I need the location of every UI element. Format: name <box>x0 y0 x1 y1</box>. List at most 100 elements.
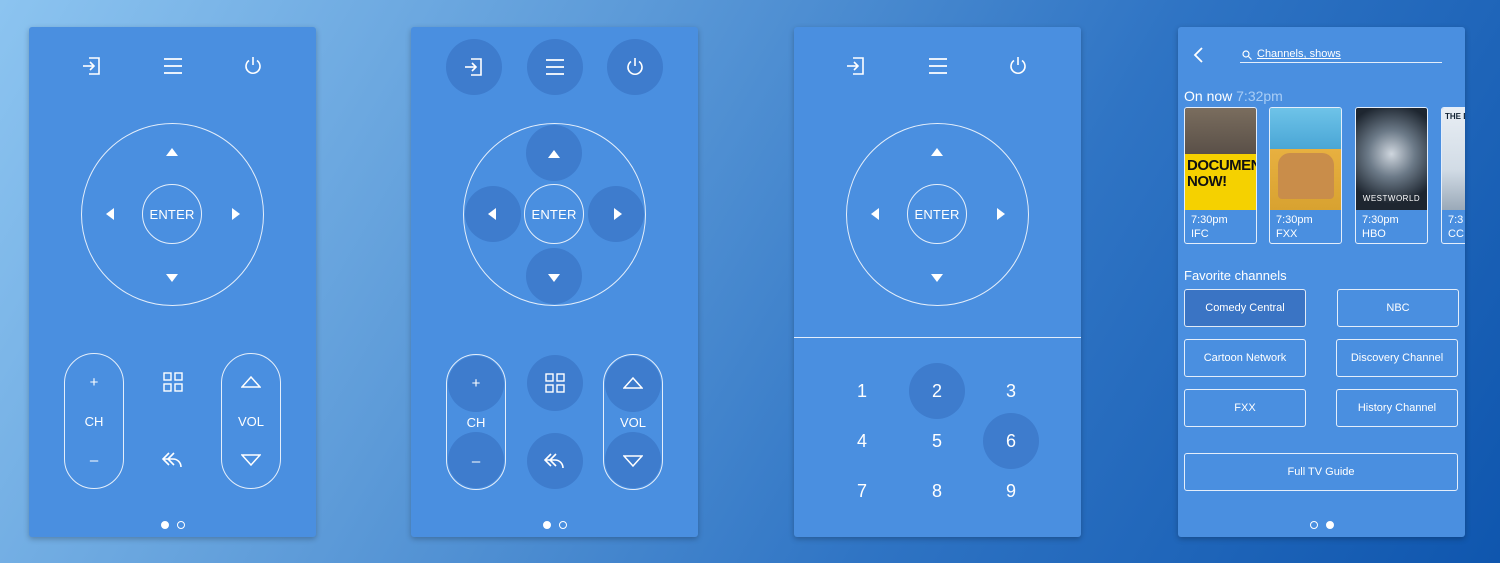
on-now-time: 7:32pm <box>1236 88 1283 104</box>
power-icon <box>245 57 261 74</box>
left-arrow-icon <box>488 208 496 220</box>
key-2[interactable]: 2 <box>909 363 965 419</box>
up-arrow-button[interactable] <box>931 148 943 156</box>
volume-up-button[interactable] <box>241 376 261 388</box>
channel-rocker: + CH – <box>64 353 124 489</box>
on-now-heading: On now 7:32pm <box>1184 88 1283 104</box>
volume-up-icon <box>623 377 643 389</box>
input-icon <box>847 57 864 75</box>
menu-icon <box>546 59 564 75</box>
poster-channel: IFC <box>1191 228 1209 240</box>
channel-down-button[interactable]: – <box>447 453 505 470</box>
right-arrow-button[interactable] <box>997 208 1005 220</box>
right-arrow-button[interactable] <box>232 208 240 220</box>
full-tv-guide-button[interactable]: Full TV Guide <box>1184 453 1458 491</box>
enter-button[interactable]: ENTER <box>524 184 584 244</box>
input-icon <box>83 57 100 75</box>
input-button[interactable] <box>64 38 120 94</box>
poster-time: 7:3 <box>1448 214 1464 226</box>
poster-time: 7:30pm <box>1276 214 1313 226</box>
channel-rocker: + CH – <box>446 354 506 490</box>
guide-screen: Channels, shows On now 7:32pm DOCUMENTAR… <box>1178 27 1465 537</box>
power-icon <box>627 58 643 75</box>
apps-button[interactable] <box>527 355 583 411</box>
menu-button[interactable] <box>145 38 201 94</box>
down-arrow-button[interactable] <box>166 274 178 282</box>
back-icon <box>162 452 182 468</box>
channel-button-nbc[interactable]: NBC <box>1337 289 1459 327</box>
poster-card[interactable]: WESTWORLD 7:30pm HBO <box>1355 107 1428 244</box>
back-button[interactable] <box>527 433 583 489</box>
back-chevron-icon[interactable] <box>1193 47 1203 63</box>
channel-button-history[interactable]: History Channel <box>1336 389 1458 427</box>
key-5[interactable]: 5 <box>909 413 965 469</box>
up-arrow-button[interactable] <box>166 148 178 156</box>
menu-icon <box>164 58 182 74</box>
poster-figures <box>1278 153 1334 199</box>
page-dot-2[interactable] <box>558 521 567 529</box>
page-dot-1[interactable] <box>160 521 169 529</box>
apps-grid-icon <box>163 372 183 392</box>
left-arrow-button[interactable] <box>871 208 879 220</box>
dpad: ENTER <box>81 123 264 306</box>
search-icon <box>1242 50 1252 60</box>
volume-down-icon <box>623 455 643 467</box>
channel-button-cartoon-network[interactable]: Cartoon Network <box>1184 339 1306 377</box>
volume-rocker: VOL <box>221 353 281 489</box>
key-7[interactable]: 7 <box>834 463 890 519</box>
menu-button[interactable] <box>527 39 583 95</box>
back-icon <box>544 453 564 469</box>
menu-button[interactable] <box>910 38 966 94</box>
channel-down-button[interactable]: – <box>65 452 123 469</box>
enter-button[interactable]: ENTER <box>907 184 967 244</box>
volume-label: VOL <box>619 415 646 430</box>
channel-up-button[interactable]: + <box>447 375 505 392</box>
volume-down-button[interactable] <box>241 454 261 466</box>
power-button[interactable] <box>607 39 663 95</box>
page-dot-2[interactable] <box>1325 521 1334 529</box>
page-dot-1[interactable] <box>1309 521 1318 529</box>
key-4[interactable]: 4 <box>834 413 890 469</box>
apps-button[interactable] <box>145 354 201 410</box>
key-6[interactable]: 6 <box>983 413 1039 469</box>
channel-button-discovery[interactable]: Discovery Channel <box>1336 339 1458 377</box>
key-8[interactable]: 8 <box>909 463 965 519</box>
dpad: ENTER <box>463 123 646 306</box>
apps-grid-icon <box>545 373 565 393</box>
page-indicator <box>411 521 698 529</box>
keypad-divider <box>794 337 1081 338</box>
page-dot-1[interactable] <box>542 521 551 529</box>
remote-screen-1: ENTER + CH – VOL <box>29 27 316 537</box>
back-button[interactable] <box>145 432 201 488</box>
key-3[interactable]: 3 <box>983 363 1039 419</box>
input-button[interactable] <box>828 38 884 94</box>
poster-card[interactable]: DOCUMENTARY NOW! 7:30pm IFC <box>1184 107 1257 244</box>
page-indicator <box>1178 521 1465 529</box>
dpad: ENTER <box>846 123 1029 306</box>
search-field[interactable]: Channels, shows <box>1240 47 1442 63</box>
poster-title: DOCUMENTARY NOW! <box>1187 157 1256 190</box>
left-arrow-button[interactable] <box>106 208 114 220</box>
poster-channel: FXX <box>1276 228 1298 240</box>
remote-screen-2: ENTER + CH – VOL <box>411 27 698 537</box>
down-arrow-button[interactable] <box>931 274 943 282</box>
channel-button-comedy-central[interactable]: Comedy Central <box>1184 289 1306 327</box>
key-1[interactable]: 1 <box>834 363 890 419</box>
poster-art: WESTWORLD <box>1356 108 1427 210</box>
power-button[interactable] <box>225 38 281 94</box>
enter-button[interactable]: ENTER <box>142 184 202 244</box>
page-dot-2[interactable] <box>176 521 185 529</box>
power-button[interactable] <box>990 38 1046 94</box>
input-button[interactable] <box>446 39 502 95</box>
poster-time: 7:30pm <box>1191 214 1228 226</box>
up-arrow-icon <box>548 150 560 158</box>
channel-up-button[interactable]: + <box>65 374 123 391</box>
power-icon <box>1010 57 1026 74</box>
poster-time: 7:30pm <box>1362 214 1399 226</box>
poster-card[interactable]: 7:30pm FXX <box>1269 107 1342 244</box>
key-9[interactable]: 9 <box>983 463 1039 519</box>
volume-rocker: VOL <box>603 354 663 490</box>
poster-card[interactable]: THE DAI 7:3 CC <box>1441 107 1465 244</box>
channel-button-fxx[interactable]: FXX <box>1184 389 1306 427</box>
channel-label: CH <box>84 414 104 429</box>
